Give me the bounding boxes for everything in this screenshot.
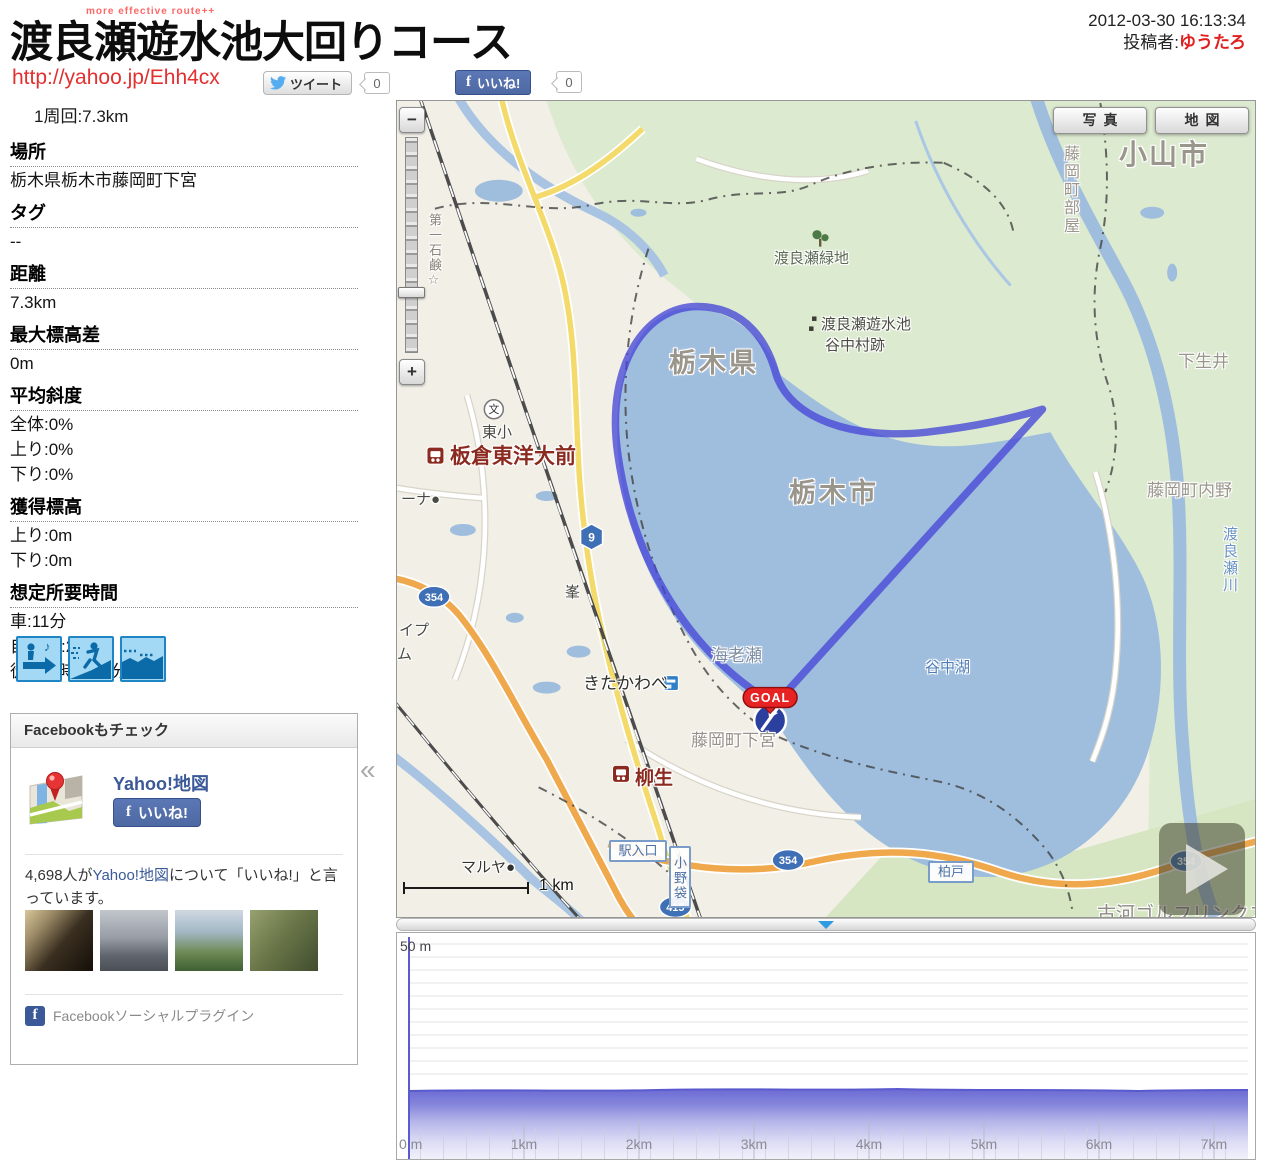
route-play-button[interactable] [1159,823,1245,915]
station-icon-itakura [427,447,444,464]
facebook-like-summary: 4,698人がYahoo!地図について「いいね!」と言っています。 [25,864,351,910]
facebook-plugin-footer: f Facebookソーシャルプラグイン [25,1006,254,1026]
tweet-button[interactable]: ツイート [263,71,352,95]
stat-heading-distance: 距離 [10,253,358,289]
tweet-count[interactable]: 0 [364,72,390,94]
divider [25,854,343,855]
page-title: 渡良瀬遊水池大回りコース [10,8,512,70]
stat-value: 0m [10,353,358,375]
play-icon [1186,844,1228,894]
poster-name[interactable]: ゆうたろ [1179,33,1246,52]
sidebar-collapse-chevron-icon[interactable]: « [360,754,376,786]
station-icon-yagyu [613,765,630,782]
short-url-link[interactable]: http://yahoo.jp/Ehh4cx [12,66,220,90]
stat-heading-max-elev-diff: 最大標高差 [10,314,358,350]
chart-y-max-label: 50 m [400,938,431,954]
facebook-plugin-label: Facebookソーシャルプラグイン [53,1006,254,1026]
chart-x-tick: 3km [741,1136,767,1152]
school-icon: 文 [484,400,503,419]
stat-value: 7.3km [10,292,358,314]
like-button[interactable]: f いいね! [455,70,531,95]
stat-value: 下り:0m [10,550,358,572]
avatar[interactable] [250,910,318,971]
stat-value: 車:11分 [10,611,358,633]
stat-value: 上り:0% [10,439,358,461]
lap-distance: 1周回:7.3km [34,102,358,127]
chart-x-tick: 6km [1086,1136,1112,1152]
twitter-bird-icon [270,76,286,90]
chart-origin-label: 0 m [399,1136,422,1152]
stat-value: 上り:0m [10,525,358,547]
svg-text:354: 354 [425,592,444,604]
facebook-box-header: Facebookもチェック [11,714,357,748]
yahoo-map-text-link[interactable]: Yahoo!地図 [93,867,169,884]
facebook-plugin-box: Facebookもチェック Yahoo!地図 f いいね! 4,698人がYah… [10,713,358,1065]
svg-text:9: 9 [588,530,595,544]
stat-heading-tags: タグ [10,192,358,228]
svg-text:415: 415 [666,902,684,914]
route-shield-9: 9 [581,524,603,550]
chart-x-tick: 7km [1201,1136,1227,1152]
svg-text:♪: ♪ [44,639,51,654]
chart-x-tick: 1km [511,1136,537,1152]
course-mode-icons: ♪ [16,636,166,682]
svg-text:GOAL: GOAL [750,691,790,705]
stat-heading-avg-slope: 平均斜度 [10,375,358,411]
like-count[interactable]: 0 [556,71,582,93]
chart-x-tick: 4km [856,1136,882,1152]
posted-at: 2012-03-30 16:13:34 [990,10,1246,32]
avatar[interactable] [175,910,243,971]
photo-layer-button[interactable]: 写真 [1053,107,1147,134]
walk-course-icon[interactable]: ♪ [16,636,62,682]
like-page-label: いいね! [138,802,188,823]
facebook-f-icon: f [126,804,131,821]
avatar[interactable] [25,910,93,971]
facebook-f-icon: f [25,1006,45,1026]
avatar[interactable] [100,910,168,971]
zoom-out-button[interactable]: − [399,107,425,133]
map-canvas[interactable]: 文 9 354 354 354 [397,101,1255,917]
chart-collapse-bar[interactable] [396,918,1256,931]
map-scale-label: 1 km [539,877,574,895]
posted-by: 投稿者:ゆうたろ [990,32,1246,54]
zoom-in-button[interactable]: + [399,359,425,385]
facebook-like-page-button[interactable]: f いいね! [113,798,201,827]
tweet-label: ツイート [290,74,342,93]
roadside-station-icon [663,676,678,691]
map-layer-button[interactable]: 地図 [1155,107,1249,134]
map-viewport[interactable]: 文 9 354 354 354 [396,100,1256,918]
chart-x-tick: 2km [626,1136,652,1152]
elevation-chart: 50 m 0 m 1km 2km 3km 4km 5km 6km 7km [396,932,1256,1160]
route-stats-panel: 1周回:7.3km 場所 栃木県栃木市藤岡町下宮 タグ -- 距離 7.3km … [10,98,358,683]
stat-value: 栃木県栃木市藤岡町下宮 [10,170,358,192]
yahoo-map-logo[interactable] [25,766,87,828]
chart-x-tick: 5km [971,1136,997,1152]
facebook-f-icon: f [466,74,471,91]
svg-text:文: 文 [488,402,499,416]
zoom-slider-track[interactable] [405,137,418,353]
stat-heading-location: 場所 [10,131,358,167]
like-label: いいね! [477,73,520,92]
divider [25,994,343,995]
run-course-icon[interactable] [68,636,114,682]
post-meta: 2012-03-30 16:13:34 投稿者:ゆうたろ [990,10,1246,54]
zoom-slider-handle[interactable] [398,287,425,298]
collapse-triangle-icon [818,921,834,929]
svg-text:354: 354 [779,855,798,867]
elevation-course-icon[interactable] [120,636,166,682]
stat-value: 下り:0% [10,464,358,486]
yahoo-map-link[interactable]: Yahoo!地図 [113,770,209,796]
map-scale-bar [403,887,529,889]
stat-heading-est-time: 想定所要時間 [10,572,358,608]
facebook-friend-photos [25,910,318,971]
stat-value: 全体:0% [10,414,358,436]
route-shield-415: 415 [659,897,691,917]
stat-heading-elev-gain: 獲得標高 [10,486,358,522]
stat-value: -- [10,231,358,253]
